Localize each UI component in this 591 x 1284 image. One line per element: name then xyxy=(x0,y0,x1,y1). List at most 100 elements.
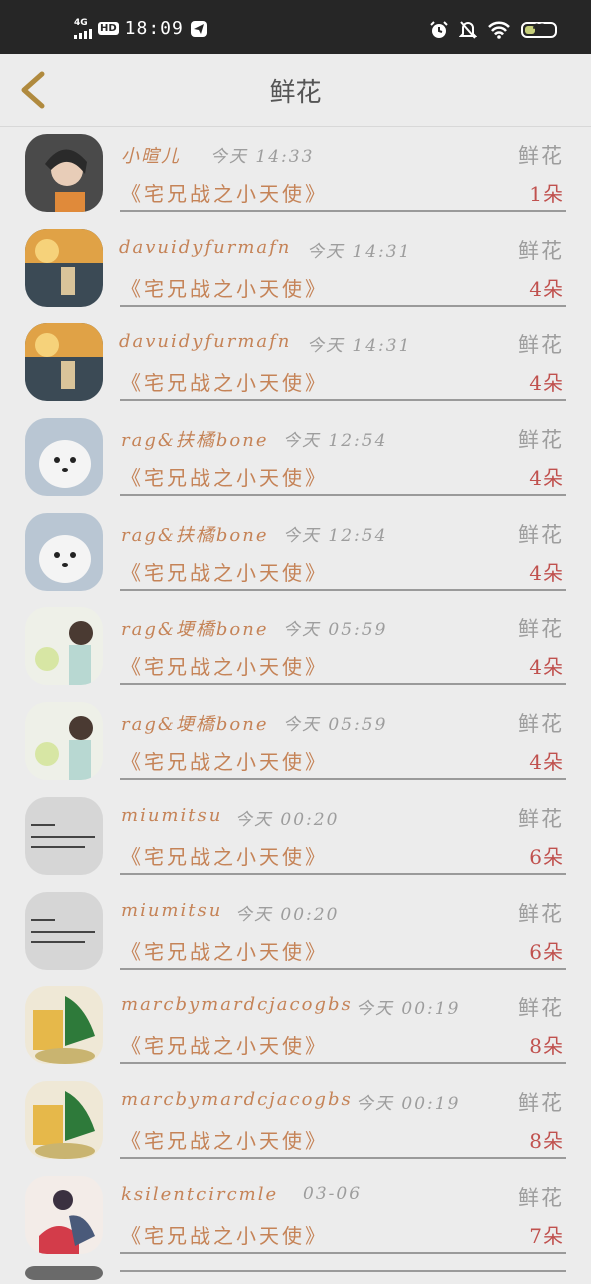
gift-type: 鲜花 xyxy=(518,712,564,737)
username[interactable]: davuidyfurmafn xyxy=(119,237,291,258)
list-item[interactable]: ksilentcircmle 03-06 鲜花 《宅兄战之小天使》 7朵 xyxy=(0,1168,591,1263)
list-item[interactable]: davuidyfurmafn 今天 14:31 鲜花 《宅兄战之小天使》 4朵 xyxy=(0,221,591,316)
avatar[interactable] xyxy=(25,418,103,497)
username[interactable]: davuidyfurmafn xyxy=(119,331,291,352)
username[interactable]: rag&扶橘bone xyxy=(121,521,269,547)
telegram-icon xyxy=(190,20,207,37)
list-item[interactable]: rag&埂橋bone 今天 05:59 鲜花 《宅兄战之小天使》 4朵 xyxy=(0,694,591,789)
timestamp: 03-06 xyxy=(303,1183,363,1204)
divider xyxy=(120,1156,566,1159)
avatar[interactable] xyxy=(25,134,103,212)
gift-type: 鲜花 xyxy=(518,996,564,1021)
gift-type: 鲜花 xyxy=(518,522,564,547)
timestamp: 今天 12:54 xyxy=(283,525,388,546)
status-left: 4G HD 18:09 xyxy=(74,18,208,39)
divider xyxy=(120,778,566,781)
status-right: 48 xyxy=(429,20,557,40)
avatar[interactable] xyxy=(25,607,103,686)
username[interactable]: ksilentcircmle xyxy=(121,1184,278,1205)
list-item[interactable]: miumitsu 今天 00:20 鲜花 《宅兄战之小天使》 6朵 xyxy=(0,789,591,884)
divider xyxy=(120,1251,566,1254)
timestamp: 今天 12:54 xyxy=(283,431,388,452)
gift-count: 4朵 xyxy=(529,560,564,585)
wifi-icon xyxy=(488,21,510,39)
timestamp: 今天 00:19 xyxy=(356,999,461,1020)
status-bar: 4G HD 18:09 48 xyxy=(0,0,591,54)
list-item[interactable]: rag&埂橋bone 今天 05:59 鲜花 《宅兄战之小天使》 4朵 xyxy=(0,599,591,694)
book-title[interactable]: 《宅兄战之小天使》 xyxy=(121,273,328,302)
avatar[interactable] xyxy=(25,1175,103,1254)
avatar[interactable] xyxy=(25,986,103,1065)
book-title[interactable]: 《宅兄战之小天使》 xyxy=(121,746,328,775)
divider xyxy=(120,494,566,497)
gift-type: 鲜花 xyxy=(518,333,564,358)
gift-count: 4朵 xyxy=(529,655,564,680)
page-title: 鲜花 xyxy=(269,78,322,108)
gift-type: 鲜花 xyxy=(518,1090,564,1115)
gift-type: 鲜花 xyxy=(518,428,564,453)
gift-count: 4朵 xyxy=(529,466,564,491)
book-title[interactable]: 《宅兄战之小天使》 xyxy=(121,557,328,586)
username[interactable]: miumitsu xyxy=(121,900,222,921)
gift-count: 8朵 xyxy=(529,1128,564,1153)
gift-type: 鲜花 xyxy=(518,1185,564,1210)
gift-count: 6朵 xyxy=(529,844,564,869)
list-item[interactable]: davuidyfurmafn 今天 14:31 鲜花 《宅兄战之小天使》 4朵 xyxy=(0,315,591,410)
gift-type: 鲜花 xyxy=(518,806,564,831)
gift-count: 1朵 xyxy=(529,182,564,206)
list-item[interactable]: marcbymardcjacogbs 今天 00:19 鲜花 《宅兄战之小天使》… xyxy=(0,1073,591,1168)
list-item[interactable]: marcbymardcjacogbs 今天 00:19 鲜花 《宅兄战之小天使》… xyxy=(0,978,591,1073)
book-title[interactable]: 《宅兄战之小天使》 xyxy=(121,367,328,396)
gift-count: 8朵 xyxy=(529,1034,564,1059)
list-item[interactable]: rag&扶橘bone 今天 12:54 鲜花 《宅兄战之小天使》 4朵 xyxy=(0,505,591,600)
signal-icon: 4G xyxy=(74,17,92,39)
timestamp: 今天 05:59 xyxy=(283,715,388,736)
clock: 18:09 xyxy=(124,18,184,39)
gift-count: 7朵 xyxy=(529,1223,564,1248)
avatar[interactable] xyxy=(25,323,103,402)
battery-level: 48 xyxy=(532,23,546,33)
gift-list: 小暄儿 今天 14:33 鲜花 《宅兄战之小天使》 1朵 davuidyfurm… xyxy=(0,126,591,1262)
username[interactable]: 小暄儿 xyxy=(121,142,181,168)
divider xyxy=(120,967,566,970)
timestamp: 今天 05:59 xyxy=(283,620,388,641)
avatar[interactable] xyxy=(25,228,103,307)
book-title[interactable]: 《宅兄战之小天使》 xyxy=(121,1125,328,1154)
book-title[interactable]: 《宅兄战之小天使》 xyxy=(121,462,328,491)
divider xyxy=(120,1062,566,1065)
book-title[interactable]: 《宅兄战之小天使》 xyxy=(121,1030,328,1059)
book-title[interactable]: 《宅兄战之小天使》 xyxy=(121,651,328,680)
username[interactable]: miumitsu xyxy=(121,805,222,826)
username[interactable]: rag&扶橘bone xyxy=(121,426,269,452)
divider xyxy=(120,210,566,212)
avatar[interactable] xyxy=(25,796,103,875)
gift-count: 6朵 xyxy=(529,939,564,964)
avatar[interactable] xyxy=(25,512,103,591)
book-title[interactable]: 《宅兄战之小天使》 xyxy=(121,178,328,207)
timestamp: 今天 14:31 xyxy=(307,336,412,357)
username[interactable]: rag&埂橋bone xyxy=(121,710,269,736)
username[interactable]: marcbymardcjacogbs xyxy=(121,994,353,1015)
username[interactable]: marcbymardcjacogbs xyxy=(121,1089,353,1110)
timestamp: 今天 00:20 xyxy=(235,904,340,925)
gift-type: 鲜花 xyxy=(518,617,564,642)
book-title[interactable]: 《宅兄战之小天使》 xyxy=(121,936,328,965)
avatar[interactable] xyxy=(25,702,103,781)
list-item[interactable]: rag&扶橘bone 今天 12:54 鲜花 《宅兄战之小天使》 4朵 xyxy=(0,410,591,505)
network-type: 4G xyxy=(74,17,88,28)
avatar[interactable] xyxy=(25,1080,103,1159)
list-item[interactable]: miumitsu 今天 00:20 鲜花 《宅兄战之小天使》 6朵 xyxy=(0,884,591,979)
avatar[interactable] xyxy=(25,891,103,970)
book-title[interactable]: 《宅兄战之小天使》 xyxy=(121,1220,328,1249)
nav-bar: 鲜花 xyxy=(0,54,591,127)
book-title[interactable]: 《宅兄战之小天使》 xyxy=(121,841,328,870)
divider xyxy=(120,872,566,875)
divider xyxy=(120,683,566,686)
username[interactable]: rag&埂橋bone xyxy=(121,615,269,641)
timestamp: 今天 14:33 xyxy=(210,147,315,167)
divider xyxy=(120,304,566,307)
timestamp: 今天 00:20 xyxy=(235,809,340,830)
list-item[interactable]: 小暄儿 今天 14:33 鲜花 《宅兄战之小天使》 1朵 xyxy=(0,126,591,221)
alarm-icon xyxy=(430,21,448,38)
hd-badge: HD xyxy=(98,22,119,35)
